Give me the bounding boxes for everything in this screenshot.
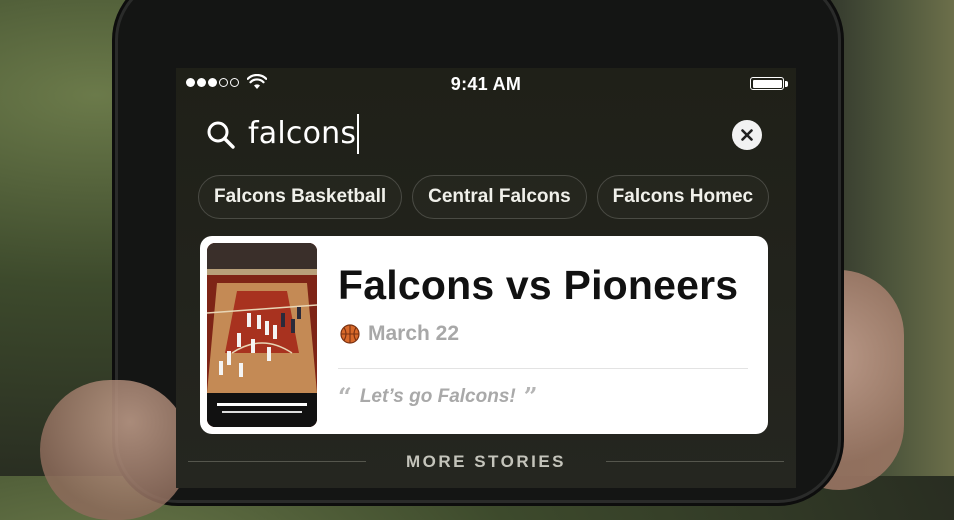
basketball-icon: [340, 324, 360, 344]
search-icon: [207, 121, 235, 149]
search-bar[interactable]: falcons: [176, 108, 796, 158]
clear-search-button[interactable]: [732, 120, 762, 150]
suggestion-chip[interactable]: Central Falcons: [412, 175, 587, 219]
battery-icon: [750, 77, 784, 90]
more-stories-rule-right: [606, 461, 784, 462]
more-stories-header: MORE STORIES: [176, 450, 796, 474]
status-time: 9:41 AM: [450, 74, 522, 94]
battery-tip: [785, 81, 788, 87]
close-icon: [741, 129, 753, 141]
quote-open-mark: “: [338, 382, 352, 411]
quote-close-mark: ”: [523, 382, 538, 411]
basketball-court-image: [207, 243, 317, 427]
story-date: March 22: [368, 322, 460, 345]
status-bar: 9:41 AM: [176, 68, 796, 100]
story-card[interactable]: Falcons vs Pioneers March 22 “ Let’s go …: [200, 236, 768, 434]
story-date-row: March 22: [340, 322, 459, 346]
hand-finger-left: [40, 380, 190, 520]
suggestion-chip[interactable]: Falcons Basketball: [198, 175, 403, 219]
story-quote: Let’s go Falcons!: [359, 385, 516, 407]
story-title: Falcons vs Pioneers: [338, 262, 739, 308]
suggestion-chip[interactable]: Falcons Homec: [596, 175, 770, 219]
card-divider: [338, 368, 748, 369]
phone-screen: 9:41 AM falcons Falcons Basketball Centr…: [176, 68, 796, 488]
story-quote-row: “ Let’s go Falcons! ”: [338, 382, 538, 411]
suggestion-chips: Falcons Basketball Central Falcons Falco…: [198, 175, 770, 219]
more-stories-label: MORE STORIES: [405, 452, 567, 471]
story-thumbnail: [207, 243, 317, 427]
search-input[interactable]: falcons: [248, 114, 360, 154]
